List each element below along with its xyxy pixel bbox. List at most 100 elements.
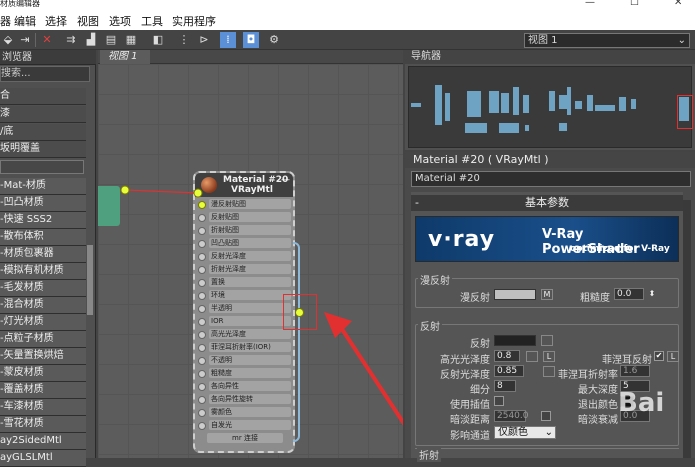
fresnel-lock-button[interactable]: L — [667, 351, 679, 362]
view-select[interactable]: 视图 1 ⌄ — [524, 33, 690, 48]
list-item[interactable]: -覆盖材质 — [0, 382, 86, 399]
list-item[interactable]: -散布体积 — [0, 229, 86, 246]
delete-icon[interactable]: ✕ — [39, 32, 55, 48]
rollout-collapse-icon: - — [415, 196, 419, 209]
refraction-group: 折射 — [415, 447, 679, 462]
list-item[interactable]: /底 — [0, 124, 86, 141]
diffuse-group-title: 漫反射 — [418, 272, 452, 287]
hilight-map-button[interactable] — [526, 351, 538, 362]
menu-select[interactable]: 选择 — [45, 13, 67, 29]
menu-partial[interactable]: 器 — [0, 13, 11, 29]
exit-color-label: 退出颜色 — [578, 400, 618, 411]
hilight-glossiness-input[interactable]: 0.8 — [494, 350, 520, 362]
subdivs-input[interactable]: 8 — [494, 380, 516, 392]
dim-distance-checkbox[interactable] — [541, 411, 551, 421]
show-map-icon[interactable]: ⋮ — [176, 32, 192, 48]
put-library-icon[interactable]: ▤ — [103, 32, 119, 48]
list-item[interactable]: -矢量置换烘焙 — [0, 348, 86, 365]
move-children-icon[interactable]: ⇉ — [63, 32, 79, 48]
parent-icon[interactable]: ⊳ — [196, 32, 212, 48]
list-item[interactable]: -毛发材质 — [0, 280, 86, 297]
navigator-view-frame[interactable] — [677, 95, 693, 129]
basic-params-rollout: - 基本参数 v·ray V-Ray PowerShader optimized… — [411, 192, 683, 462]
navigator-header: 导航器 — [405, 50, 695, 64]
checker-icon[interactable]: ▦ — [123, 32, 139, 48]
reflect-map-button[interactable] — [541, 335, 553, 346]
dim-distance-label: 暗淡距离 — [450, 415, 490, 426]
window-title: 材质编辑器 — [0, 0, 40, 8]
navigator-canvas[interactable] — [408, 66, 693, 148]
material-name-field[interactable]: Material #20 — [411, 171, 691, 187]
list-item[interactable]: -Mat-材质 — [0, 178, 86, 195]
menu-utilities[interactable]: 实用程序 — [172, 13, 216, 29]
options-icon[interactable]: ⚙ — [266, 32, 282, 48]
roughness-spinner-icon[interactable]: ⬍ — [648, 289, 656, 300]
toolbar-separator — [35, 33, 36, 47]
list-item[interactable]: -雪花材质 — [0, 416, 86, 433]
list-item[interactable]: -点粒子材质 — [0, 331, 86, 348]
layout-icon[interactable]: ⁞ — [220, 32, 236, 48]
reflect-glossiness-label: 反射光泽度 — [440, 370, 490, 381]
list-item[interactable]: -模拟有机材质 — [0, 263, 86, 280]
use-interpolation-checkbox[interactable] — [494, 396, 504, 406]
rollout-header[interactable]: - 基本参数 — [411, 195, 683, 211]
fresnel-reflect-label: 菲涅耳反射 — [602, 355, 652, 366]
browser-header: 浏览器 — [0, 50, 96, 65]
minimize-button[interactable]: — — [585, 0, 595, 8]
bitmap-output-socket[interactable] — [120, 185, 130, 195]
dim-distance-input[interactable]: 2540.0 — [494, 410, 529, 422]
browser-scrollbar[interactable] — [87, 245, 93, 315]
hilight-lock-button[interactable]: L — [543, 351, 555, 362]
list-item[interactable]: 合 — [0, 88, 86, 105]
reflect-color-swatch[interactable] — [494, 335, 536, 346]
affect-channels-label: 影响通道 — [450, 431, 490, 442]
maximize-button[interactable]: ☐ — [630, 0, 639, 8]
list-item[interactable]: -混合材质 — [0, 297, 86, 314]
view-area: 视图 1 Material #20 VRayMtl — 漫反射贴图 反射贴图 折射贴… — [98, 50, 403, 458]
bucket-icon[interactable]: ▟ — [83, 32, 99, 48]
list-item[interactable]: -灯光材质 — [0, 314, 86, 331]
browser-filter[interactable] — [0, 160, 84, 174]
close-button[interactable]: ✕ — [674, 0, 682, 8]
list-item[interactable]: -材质包裹器 — [0, 246, 86, 263]
diffuse-label: 漫反射 — [460, 293, 490, 304]
material-id-icon[interactable]: ◧ — [150, 32, 166, 48]
list-item[interactable]: -车漆材质 — [0, 399, 86, 416]
list-item[interactable]: ay2SidedMtl — [0, 433, 86, 450]
menu-tools[interactable]: 工具 — [141, 13, 163, 29]
list-item[interactable]: -凹凸材质 — [0, 195, 86, 212]
chevron-down-icon: ⌄ — [677, 35, 686, 46]
diffuse-color-swatch[interactable] — [494, 289, 536, 300]
fresnel-ior-input[interactable]: 1.6 — [620, 365, 650, 377]
reflect-glossiness-input[interactable]: 0.85 — [494, 365, 524, 377]
annotation-arrow-head — [324, 312, 352, 338]
browser-search-input[interactable]: 搜索... — [0, 66, 90, 82]
hilight-glossiness-label: 高光光泽度 — [440, 355, 490, 366]
list-item[interactable]: 坂明覆盖 — [0, 141, 86, 158]
menu-edit[interactable]: 编辑 — [14, 13, 36, 29]
diffuse-map-button[interactable]: M — [541, 289, 553, 300]
list-item[interactable]: -快速 SSS2 — [0, 212, 86, 229]
chevron-down-icon: ⌄ — [544, 427, 553, 438]
properties-header: Material #20 ( VRayMtl ) — [405, 152, 695, 168]
pick-icon[interactable]: ⬙ — [0, 32, 16, 48]
properties-scrollbar[interactable] — [683, 200, 691, 458]
use-interpolation-label: 使用插值 — [450, 400, 490, 411]
list-item[interactable]: -蒙皮材质 — [0, 365, 86, 382]
roughness-input[interactable]: 0.0 — [614, 288, 644, 300]
diffuse-input-socket[interactable] — [193, 188, 203, 198]
backlight-icon[interactable]: ◘ — [243, 32, 259, 48]
menu-options[interactable]: 选项 — [109, 13, 131, 29]
list-item[interactable]: ayGLSLMtl — [0, 450, 86, 467]
roughness-label: 粗糙度 — [580, 293, 610, 304]
toolbar: ⬙ ⇥ ✕ ⇉ ▟ ▤ ▦ ◧ ⋮ ⊳ ⁞ ◘ ⚙ 视图 1 ⌄ — [0, 30, 695, 50]
diffuse-group: 漫反射 漫反射 M 粗糙度 0.0 ⬍ — [415, 272, 679, 308]
assign-icon[interactable]: ⇥ — [17, 32, 33, 48]
fresnel-checkbox[interactable]: ✔ — [654, 351, 664, 361]
menu-view[interactable]: 视图 — [77, 13, 99, 29]
max-depth-label: 最大深度 — [578, 385, 618, 396]
subdivs-label: 细分 — [470, 385, 490, 396]
list-item[interactable]: 漆 — [0, 106, 86, 123]
affect-channels-select[interactable]: 仅颜色 ⌄ — [494, 426, 556, 439]
menu-bar: 器 编辑 选择 视图 选项 工具 实用程序 — [0, 10, 695, 30]
